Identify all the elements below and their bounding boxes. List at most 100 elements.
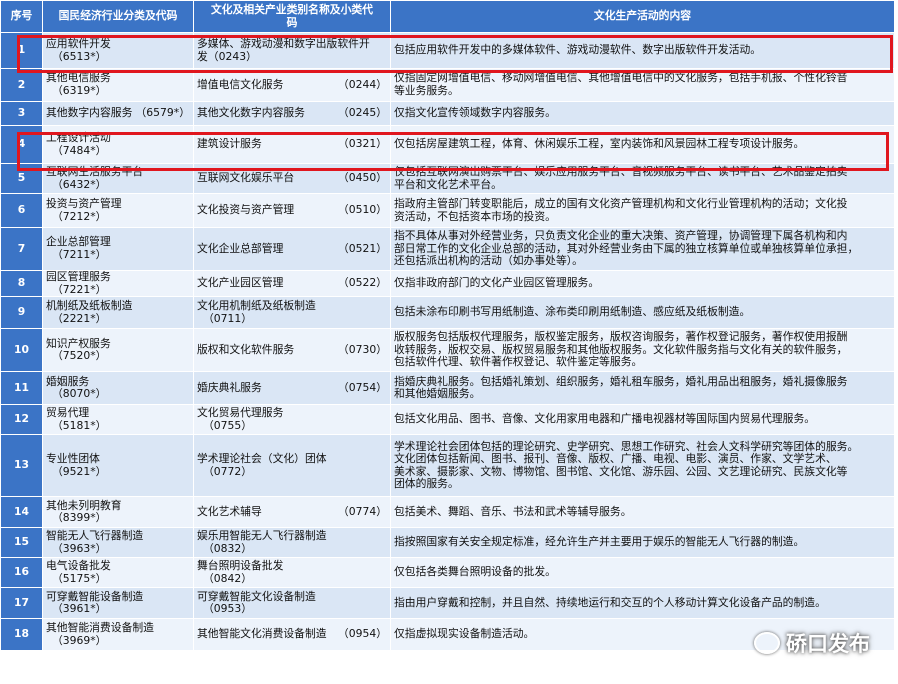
activity-description-line: 仅包括互联网演出购票平台、娱乐应用服务平台、音视频服务平台、读书平台、艺术品鉴定…: [394, 164, 848, 178]
activity-description-cell: 包括美术、舞蹈、音乐、书法和武术等辅导服务。: [390, 496, 895, 529]
culture-category-name: 婚庆典礼服务: [197, 380, 262, 394]
activity-description-line: 版权服务包括版权代理服务，版权鉴定服务，版权咨询服务，著作权登记服务，著作权使用…: [394, 330, 848, 344]
culture-category-cell: 文化贸易代理服务 （0755）: [193, 404, 391, 436]
table-row: 8 园区管理服务 （7221*） 文化产业园区管理 （0522） 仅指非政府部门的文化产业…: [0, 269, 895, 298]
activity-description-line: 资活动，不包括资本市场的投资。: [394, 209, 556, 223]
industry-code: （5181*）: [52, 418, 107, 432]
industry-code: （8070*）: [52, 387, 107, 401]
industry-code: （3963*）: [52, 541, 107, 555]
industry-classification-table: 序号 国民经济行业分类及代码 文化及相关产业类别名称及小类代 码 文化生产活动的…: [0, 0, 895, 652]
activity-description-cell: 包括应用软件开发中的多媒体软件、游戏动漫软件、数字出版软件开发活动。: [390, 32, 895, 69]
culture-category-code: （0321）: [337, 137, 387, 151]
row-number: 16: [0, 557, 43, 589]
culture-category-inline: 婚庆典礼服务 （0754）: [197, 380, 387, 395]
activity-description-cell: 版权服务包括版权代理服务，版权鉴定服务，版权咨询服务，著作权登记服务，著作权使用…: [390, 328, 895, 373]
industry-name: 工程设计活动: [46, 130, 111, 144]
industry-code: （3961*）: [52, 602, 107, 616]
industry-cell: 专业性团体 （9521*）: [42, 434, 194, 498]
activity-description-cell: 仅包括各类舞台照明设备的批发。: [390, 557, 895, 589]
culture-category-code: （0842）: [203, 571, 253, 585]
culture-category-inline: 建筑设计服务 （0321）: [197, 138, 387, 151]
table-row: 5 互联网生活服务平台 （6432*） 互联网文化娱乐平台 （0450） 仅包括互联网演出…: [0, 163, 895, 194]
row-number: 9: [0, 296, 43, 330]
culture-category-code: （0774）: [337, 504, 387, 518]
culture-category-code: （0245）: [337, 106, 387, 120]
activity-description-line: 仅包括房屋建筑工程，体育、休闲娱乐工程，室内装饰和风景园林工程专项设计服务。: [394, 137, 805, 151]
header-no: 序号: [0, 0, 43, 33]
culture-category-name: 增值电信文化服务: [197, 77, 284, 91]
industry-cell: 工程设计活动 （7484*）: [42, 125, 194, 164]
culture-category-code: （0832）: [203, 541, 253, 555]
watermark: 硚口发布: [754, 628, 870, 658]
activity-description-line: 仅指固定网增值电信、移动网增值电信、其他增值电信中的文化服务，包括手机报、个性化…: [394, 71, 848, 85]
activity-description-line: 包括应用软件开发中的多媒体软件、游戏动漫软件、数字出版软件开发活动。: [394, 43, 762, 57]
culture-category-cell: 文化用机制纸及纸板制造 （0711）: [193, 296, 391, 330]
culture-category-code: （0711）: [203, 311, 253, 325]
culture-category-cell: 其他文化数字内容服务 （0245）: [193, 101, 391, 126]
activity-description-line: 平台和文化艺术平台。: [394, 177, 502, 191]
activity-description-cell: 指不具体从事对外经营业务，只负责文化企业的重大决策、资产管理，协调管理下属各机构…: [390, 227, 895, 271]
culture-category-cell: 版权和文化软件服务 （0730）: [193, 328, 391, 373]
industry-cell: 其他数字内容服务 （6579*）: [42, 101, 194, 126]
culture-category-inline: 文化艺术辅导 （0774）: [197, 504, 387, 519]
industry-name: 其他智能消费设备制造: [46, 621, 154, 635]
culture-category-code: （0954）: [337, 627, 387, 641]
industry-code: （7221*）: [52, 282, 107, 296]
industry-cell: 智能无人飞行器制造 （3963*）: [42, 527, 194, 559]
activity-description-cell: 指按照国家有关安全规定标准，经允许生产并主要用于娱乐的智能无人飞行器的制造。: [390, 527, 895, 559]
activity-description-cell: 指婚庆典礼服务。包括婚礼策划、组织服务，婚礼租车服务，婚礼用品出租服务，婚礼摄像…: [390, 371, 895, 406]
culture-category-inline: 互联网文化娱乐平台 （0450）: [197, 172, 387, 185]
row-number: 4: [0, 125, 43, 164]
culture-category-code: （0522）: [337, 276, 387, 290]
table-row: 1 应用软件开发 （6513*） 多媒体、游戏动漫和数字出版软件开 发（0243） 包括应…: [0, 32, 895, 69]
row-number: 6: [0, 193, 43, 228]
culture-category-cell: 学术理论社会（文化）团体 （0772）: [193, 434, 391, 498]
industry-code: （5175*）: [52, 571, 107, 585]
culture-category-inline: 版权和文化软件服务 （0730）: [197, 342, 387, 357]
culture-category-inline: 文化投资与资产管理 （0510）: [197, 204, 387, 217]
activity-description-cell: 指由用户穿戴和控制，并且自然、持续地运行和交互的个人移动计算文化设备产品的制造。: [390, 587, 895, 620]
culture-category-name: 文化投资与资产管理: [197, 203, 295, 217]
table-row: 12 贸易代理 （5181*） 文化贸易代理服务 （0755） 包括文化用品、图书、音像、…: [0, 404, 895, 436]
row-number: 3: [0, 101, 43, 126]
culture-category-cell: 文化企业总部管理 （0521）: [193, 227, 391, 271]
industry-code: （7484*）: [52, 143, 107, 157]
culture-category-name: 学术理论社会（文化）团体: [197, 452, 327, 466]
activity-description-line: 包括文化用品、图书、音像、文化用家用电器和广播电视器材等国际国内贸易代理服务。: [394, 412, 816, 426]
industry-name: 应用软件开发: [46, 36, 111, 50]
row-number: 10: [0, 328, 43, 373]
industry-code: （8399*）: [52, 511, 107, 525]
culture-category-code: （0754）: [337, 380, 387, 394]
industry-code: （3969*）: [52, 633, 107, 647]
row-number: 15: [0, 527, 43, 559]
activity-description-line: 仅指非政府部门的文化产业园区管理服务。: [394, 276, 600, 290]
industry-code: （6432*）: [52, 177, 107, 191]
row-number: 8: [0, 269, 43, 298]
industry-cell: 企业总部管理 （7211*）: [42, 227, 194, 271]
culture-category-name: 娱乐用智能无人飞行器制造: [197, 529, 327, 543]
activity-description-line: 指按照国家有关安全规定标准，经允许生产并主要用于娱乐的智能无人飞行器的制造。: [394, 535, 805, 549]
culture-category-inline: 其他智能文化消费设备制造 （0954）: [197, 628, 387, 641]
activity-description-line: 包括软件代理、软件著作权登记、软件鉴定等服务。: [394, 355, 643, 369]
table-row: 17 可穿戴智能设备制造 （3961*） 可穿戴智能文化设备制造 （0953） 指由用户穿…: [0, 587, 895, 620]
culture-category-name: 版权和文化软件服务: [197, 342, 295, 356]
culture-category-name: 文化贸易代理服务: [197, 406, 284, 420]
row-number: 18: [0, 618, 43, 652]
industry-code: （6319*）: [52, 84, 107, 97]
row-number: 1: [0, 32, 43, 69]
activity-description-line: 包括美术、舞蹈、音乐、书法和武术等辅导服务。: [394, 504, 632, 518]
wechat-icon: [754, 632, 780, 654]
industry-name: 其他数字内容服务: [46, 106, 133, 120]
activity-description-line: 和其他婚姻服务。: [394, 387, 481, 401]
industry-cell: 投资与资产管理 （7212*）: [42, 193, 194, 228]
culture-category-cell: 娱乐用智能无人飞行器制造 （0832）: [193, 527, 391, 559]
culture-category-cell: 文化艺术辅导 （0774）: [193, 496, 391, 529]
industry-cell: 可穿戴智能设备制造 （3961*）: [42, 587, 194, 620]
industry-cell: 互联网生活服务平台 （6432*）: [42, 163, 194, 194]
culture-category-cell: 增值电信文化服务 （0244）: [193, 68, 391, 102]
industry-cell: 机制纸及纸板制造 （2221*）: [42, 296, 194, 330]
culture-category-inline: 其他文化数字内容服务 （0245）: [197, 107, 387, 120]
industry-code: （2221*）: [52, 311, 107, 325]
activity-description-line: 包括未涂布印刷书写用纸制造、涂布类印刷用纸制造、感应纸及纸板制造。: [394, 305, 751, 319]
activity-description-line: 指由用户穿戴和控制，并且自然、持续地运行和交互的个人移动计算文化设备产品的制造。: [394, 595, 826, 609]
